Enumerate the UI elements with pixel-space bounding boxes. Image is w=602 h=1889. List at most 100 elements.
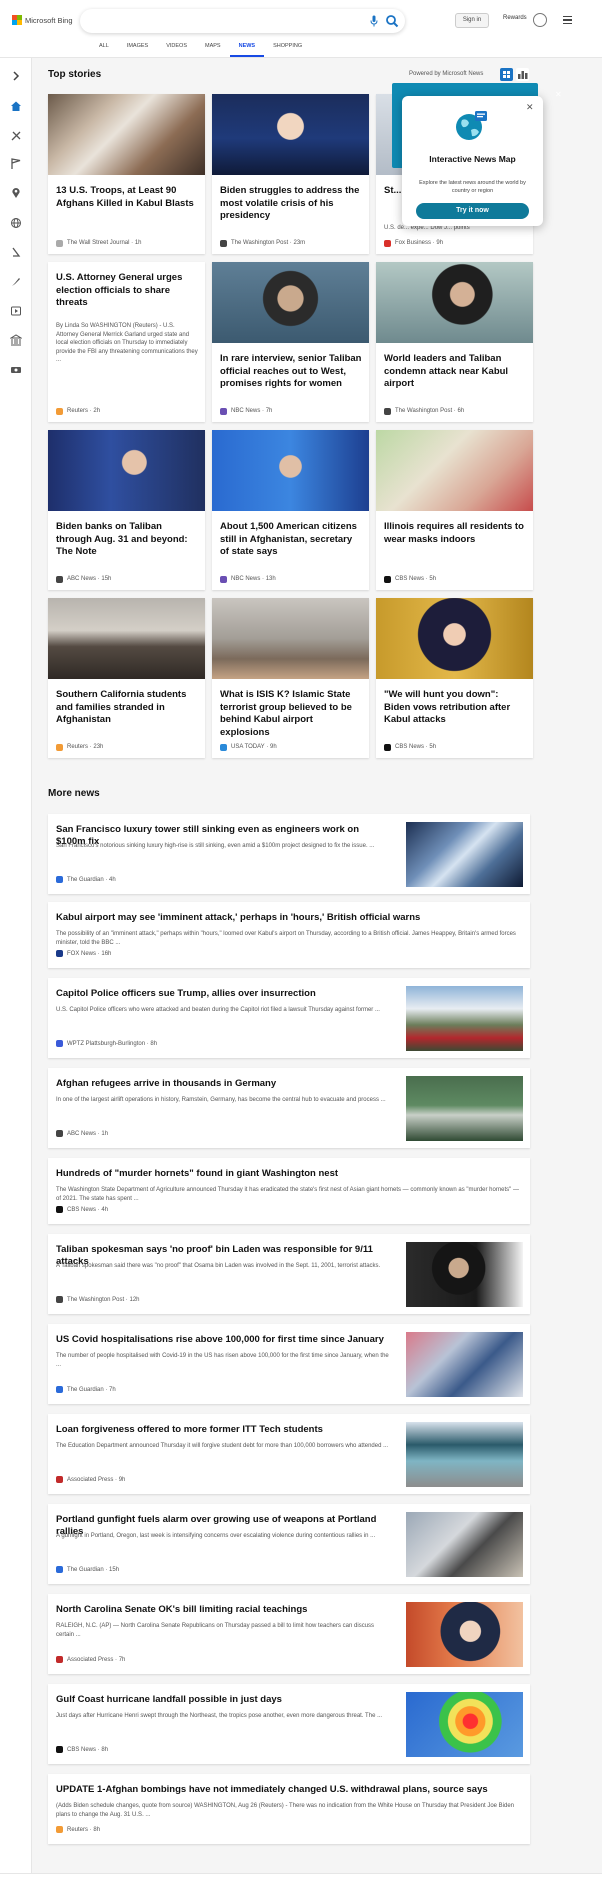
story-card[interactable]: What is ISIS K? Islamic State terrorist …	[212, 598, 369, 758]
news-row[interactable]: Taliban spokesman says 'no proof' bin La…	[48, 1234, 530, 1314]
story-card[interactable]: 13 U.S. Troops, at Least 90 Afghans Kill…	[48, 94, 205, 254]
story-card[interactable]: In rare interview, senior Taliban offici…	[212, 262, 369, 422]
news-row[interactable]: Portland gunfight fuels alarm over growi…	[48, 1504, 530, 1584]
news-image[interactable]	[406, 822, 523, 887]
news-source[interactable]: The Guardian · 7h	[56, 1386, 116, 1393]
news-image[interactable]	[406, 1512, 523, 1577]
news-row[interactable]: San Francisco luxury tower still sinking…	[48, 814, 530, 894]
story-image[interactable]	[212, 430, 369, 511]
story-source[interactable]: The Washington Post · 6h	[384, 406, 464, 416]
story-card[interactable]: World leaders and Taliban condemn attack…	[376, 262, 533, 422]
story-image[interactable]	[376, 262, 533, 343]
story-title[interactable]: About 1,500 American citizens still in A…	[220, 521, 362, 559]
home-icon[interactable]	[10, 100, 22, 112]
news-source[interactable]: The Guardian · 15h	[56, 1566, 119, 1573]
news-image[interactable]	[406, 986, 523, 1051]
story-title[interactable]: Biden struggles to address the most vola…	[220, 185, 362, 223]
money-icon[interactable]	[10, 364, 22, 376]
story-source[interactable]: CBS News · 5h	[384, 742, 436, 752]
tab-images[interactable]: IMAGES	[118, 41, 157, 57]
news-image[interactable]	[406, 1692, 523, 1757]
story-title[interactable]: U.S. Attorney General urges election off…	[56, 272, 198, 310]
business-icon[interactable]	[10, 334, 22, 346]
news-image[interactable]	[406, 1332, 523, 1397]
news-row[interactable]: UPDATE 1-Afghan bombings have not immedi…	[48, 1774, 530, 1844]
story-title[interactable]: In rare interview, senior Taliban offici…	[220, 353, 362, 391]
news-source[interactable]: WPTZ Plattsburgh-Burlington · 8h	[56, 1040, 157, 1047]
science-icon[interactable]	[10, 246, 22, 258]
news-source[interactable]: FOX News · 16h	[56, 950, 111, 957]
news-title[interactable]: Afghan refugees arrive in thousands in G…	[56, 1078, 391, 1090]
story-source[interactable]: The Wall Street Journal · 1h	[56, 238, 142, 248]
news-row[interactable]: Hundreds of "murder hornets" found in gi…	[48, 1158, 530, 1224]
rewards-trophy-icon[interactable]	[533, 13, 547, 27]
news-title[interactable]: Gulf Coast hurricane landfall possible i…	[56, 1694, 391, 1706]
story-title[interactable]: Biden banks on Taliban through Aug. 31 a…	[56, 521, 198, 559]
news-image[interactable]	[406, 1076, 523, 1141]
tab-news[interactable]: NEWS	[229, 41, 265, 57]
news-title[interactable]: Capitol Police officers sue Trump, allie…	[56, 988, 391, 1000]
story-title[interactable]: "We will hunt you down": Biden vows retr…	[384, 689, 526, 727]
story-title[interactable]: World leaders and Taliban condemn attack…	[384, 353, 526, 391]
expand-chevron-icon[interactable]	[10, 70, 22, 82]
story-source[interactable]: NBC News · 7h	[220, 406, 272, 416]
story-image[interactable]	[376, 598, 533, 679]
story-image[interactable]	[48, 94, 205, 175]
story-source[interactable]: The Washington Post · 23m	[220, 238, 305, 248]
news-source[interactable]: Associated Press · 7h	[56, 1656, 125, 1663]
news-source[interactable]: Reuters · 8h	[56, 1826, 100, 1833]
news-title[interactable]: Kabul airport may see 'imminent attack,'…	[56, 912, 521, 924]
news-row[interactable]: Afghan refugees arrive in thousands in G…	[48, 1068, 530, 1148]
story-card[interactable]: Southern California students and familie…	[48, 598, 205, 758]
news-title[interactable]: US Covid hospitalisations rise above 100…	[56, 1334, 391, 1346]
news-source[interactable]: CBS News · 4h	[56, 1206, 108, 1213]
promo-close-icon[interactable]: ✕	[526, 103, 535, 112]
map-view-icon[interactable]	[516, 68, 529, 81]
story-image[interactable]	[212, 598, 369, 679]
bing-logo[interactable]: Microsoft Bing	[12, 15, 73, 25]
news-row[interactable]: Capitol Police officers sue Trump, allie…	[48, 978, 530, 1058]
news-source[interactable]: The Guardian · 4h	[56, 876, 116, 883]
tab-maps[interactable]: MAPS	[196, 41, 230, 57]
news-source[interactable]: CBS News · 8h	[56, 1746, 108, 1753]
story-card[interactable]: Illinois requires all residents to wear …	[376, 430, 533, 590]
search-icon[interactable]	[385, 14, 399, 28]
try-it-now-button[interactable]: Try it now	[416, 203, 529, 219]
news-source[interactable]: Associated Press · 9h	[56, 1476, 125, 1483]
story-image[interactable]	[48, 430, 205, 511]
story-card[interactable]: U.S. Attorney General urges election off…	[48, 262, 205, 422]
news-row[interactable]: North Carolina Senate OK's bill limiting…	[48, 1594, 530, 1674]
tab-shopping[interactable]: SHOPPING	[264, 41, 311, 57]
story-image[interactable]	[48, 598, 205, 679]
story-card[interactable]: About 1,500 American citizens still in A…	[212, 430, 369, 590]
news-row[interactable]: Kabul airport may see 'imminent attack,'…	[48, 902, 530, 968]
story-card[interactable]: "We will hunt you down": Biden vows retr…	[376, 598, 533, 758]
news-row[interactable]: US Covid hospitalisations rise above 100…	[48, 1324, 530, 1404]
news-row[interactable]: Loan forgiveness offered to more former …	[48, 1414, 530, 1494]
story-card[interactable]: Biden banks on Taliban through Aug. 31 a…	[48, 430, 205, 590]
story-card[interactable]: Biden struggles to address the most vola…	[212, 94, 369, 254]
tab-videos[interactable]: VIDEOS	[157, 41, 196, 57]
story-source[interactable]: CBS News · 5h	[384, 574, 436, 584]
news-title[interactable]: UPDATE 1-Afghan bombings have not immedi…	[56, 1784, 521, 1796]
rocket-icon[interactable]	[10, 276, 22, 288]
search-input[interactable]	[90, 14, 360, 28]
globe-icon[interactable]	[10, 217, 22, 229]
search-box[interactable]	[80, 9, 405, 33]
news-image[interactable]	[406, 1242, 523, 1307]
story-source[interactable]: Reuters · 2h	[56, 406, 100, 416]
rewards-link[interactable]: Rewards	[503, 15, 527, 21]
sports-icon[interactable]	[10, 130, 22, 142]
banner-close-icon[interactable]: ✕	[555, 90, 563, 99]
news-title[interactable]: Loan forgiveness offered to more former …	[56, 1424, 391, 1436]
tab-all[interactable]: ALL	[90, 41, 118, 57]
story-source[interactable]: Fox Business · 9h	[384, 238, 443, 248]
news-source[interactable]: ABC News · 1h	[56, 1130, 108, 1137]
news-image[interactable]	[406, 1602, 523, 1667]
entertainment-icon[interactable]	[10, 305, 22, 317]
story-title[interactable]: 13 U.S. Troops, at Least 90 Afghans Kill…	[56, 185, 198, 210]
flag-icon[interactable]	[10, 158, 22, 170]
story-image[interactable]	[376, 430, 533, 511]
story-image[interactable]	[212, 94, 369, 175]
story-image[interactable]	[212, 262, 369, 343]
